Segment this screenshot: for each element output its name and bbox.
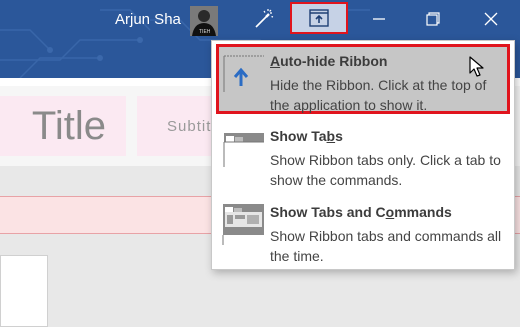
menu-item-description: Show Ribbon tabs and commands all the ti…	[270, 228, 502, 264]
menu-item-description: Hide the Ribbon. Click at the top of the…	[270, 77, 487, 113]
avatar[interactable]: TIEH	[190, 6, 218, 36]
document-page[interactable]	[0, 255, 48, 327]
menu-item-description: Show Ribbon tabs only. Click a tab to sh…	[270, 152, 501, 188]
show-tabs-icon	[222, 127, 264, 169]
ribbon-display-options-icon	[309, 9, 329, 27]
style-title[interactable]: Title	[0, 96, 126, 156]
show-tabs-and-commands-icon	[222, 203, 264, 245]
close-button[interactable]	[468, 2, 514, 36]
minimize-icon	[373, 18, 385, 20]
user-name[interactable]: Arjun Sha	[115, 11, 181, 28]
menu-item-show-tabs[interactable]: Show Tabs Show Ribbon tabs only. Click a…	[216, 119, 510, 189]
svg-text:TIEH: TIEH	[199, 29, 211, 35]
minimize-button[interactable]	[356, 2, 402, 36]
menu-item-show-tabs-and-commands[interactable]: Show Tabs and Commands Show Ribbon tabs …	[216, 195, 510, 265]
menu-item-title: Show Tabs and Commands	[270, 204, 452, 220]
auto-hide-ribbon-icon	[222, 52, 264, 94]
ribbon-display-options-button[interactable]	[290, 2, 348, 34]
menu-item-title: Auto-hide Ribbon	[270, 53, 388, 69]
restore-button[interactable]	[410, 2, 456, 36]
designer-button[interactable]	[240, 2, 286, 36]
menu-item-title: Show Tabs	[270, 128, 343, 144]
menu-item-auto-hide-ribbon[interactable]: Auto-hide Ribbon Hide the Ribbon. Click …	[216, 44, 510, 114]
avatar-image: TIEH	[190, 6, 218, 36]
mouse-cursor-icon	[469, 56, 484, 77]
restore-icon	[426, 12, 440, 26]
close-icon	[484, 12, 498, 26]
magic-wand-icon	[255, 9, 274, 28]
